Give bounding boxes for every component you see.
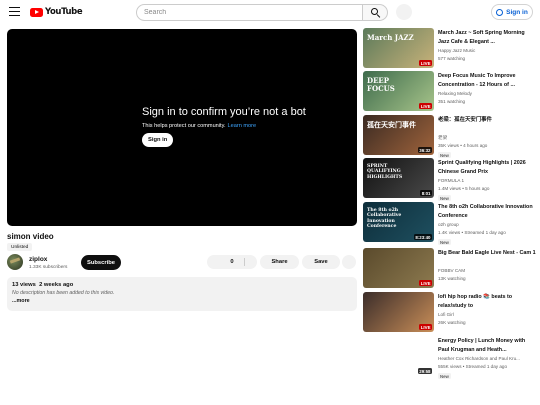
duration-badge: 29:58 xyxy=(417,368,432,374)
header-signin-label: Sign in xyxy=(506,8,528,16)
bot-check-title: Sign in to confirm you’re not a bot xyxy=(142,106,306,118)
channel-name[interactable]: ziplox xyxy=(29,256,47,263)
recommendation-channel: Happy Jazz Music xyxy=(438,48,476,53)
voice-search-button[interactable] xyxy=(396,4,412,20)
video-thumbnail[interactable]: LIVE xyxy=(363,248,434,288)
recommendation-meta: 1.4M views • 5 hours ago xyxy=(438,186,490,191)
save-label: Save xyxy=(314,259,328,265)
recommendation-meta: 26K watching xyxy=(438,320,466,325)
play-logo-icon xyxy=(30,7,43,17)
recommendation-title: Energy Policy | Lunch Money with Paul Kr… xyxy=(438,338,526,353)
search-icon xyxy=(371,8,378,15)
watch-page: YouTube Sign in Sign in to confirm you’r… xyxy=(0,0,540,405)
recommendation-channel: FORMULA 1 xyxy=(438,178,465,183)
video-thumbnail[interactable]: 孤在天安门事件 36:32 xyxy=(363,115,434,155)
recommendation-title: 老梁：孤在天安门事件 xyxy=(438,117,492,123)
view-count: 13 views xyxy=(12,282,36,288)
search-input[interactable] xyxy=(136,4,363,21)
recommendation-item[interactable]: March JAZZ LIVE March Jazz ~ Soft Spring M… xyxy=(363,28,540,70)
channel-avatar[interactable] xyxy=(7,254,23,270)
video-thumbnail[interactable]: March JAZZ LIVE xyxy=(363,28,434,68)
recommendation-title: Big Bear Bald Eagle Live Nest - Cam 1 xyxy=(438,250,536,256)
recommendation-channel: FOBBV CAM xyxy=(438,268,466,273)
description-text: No description has been added to this vi… xyxy=(12,290,115,296)
youtube-logo[interactable]: YouTube xyxy=(30,7,83,17)
search-button[interactable] xyxy=(362,4,388,21)
recommendation-channel: Heather Cox Richardson and Paul Kru... xyxy=(438,356,520,361)
header-signin-button[interactable]: Sign in xyxy=(491,4,533,20)
recommendation-item[interactable]: The 8th o2h Collaborative Innovation Con… xyxy=(363,202,540,245)
recommendation-meta: 555K views • Streamed 1 day ago xyxy=(438,364,508,369)
recommendation-item[interactable]: 29:58 Energy Policy | Lunch Money with Pa… xyxy=(363,336,540,379)
thumbnail-text: SPRINT QUALIFYING HIGHLIGHTS xyxy=(367,164,403,180)
recommendation-item[interactable]: LIVE Big Bear Bald Eagle Live Nest - Cam … xyxy=(363,248,540,290)
more-actions-button[interactable] xyxy=(342,255,356,269)
description-meta: 13 views 2 weeks ago xyxy=(12,282,352,288)
live-badge: LIVE xyxy=(419,324,432,330)
thumbnail-text: March JAZZ xyxy=(367,33,414,42)
learn-more-link[interactable]: Learn more xyxy=(228,123,257,129)
recommendation-title: The 8th o2h Collaborative Innovation Con… xyxy=(438,204,533,219)
recommendation-title: lofi hip hop radio 📚 beats to relax/stud… xyxy=(438,294,513,309)
duration-badge: 36:32 xyxy=(417,147,432,153)
video-thumbnail[interactable]: SPRINT QUALIFYING HIGHLIGHTS 8:01 xyxy=(363,158,434,198)
recommendation-item[interactable]: 孤在天安门事件 36:32 老梁：孤在天安门事件 老梁 35K views • 4 ho… xyxy=(363,115,540,158)
new-badge: New xyxy=(438,373,451,379)
recommendation-meta: 35K views • 4 hours ago xyxy=(438,143,488,148)
bot-check-text: This helps protect our community. xyxy=(142,123,226,129)
recommendation-title: March Jazz ~ Soft Spring Morning Jazz Ca… xyxy=(438,30,525,45)
save-button[interactable]: Save xyxy=(302,255,340,269)
share-label: Share xyxy=(271,259,288,265)
upload-age: 2 weeks ago xyxy=(39,282,74,288)
player-signin-button[interactable]: Sign in xyxy=(142,133,174,147)
bot-check-subtitle: This helps protect our community. Learn m… xyxy=(142,123,256,129)
recommendation-channel: o2h group xyxy=(438,222,459,227)
thumbnail-text: The 8th o2h Collaborative Innovation Con… xyxy=(367,208,402,229)
video-title: simon video xyxy=(7,232,54,241)
subscribe-button[interactable]: Subscribe xyxy=(81,255,121,270)
video-thumbnail[interactable]: The 8th o2h Collaborative Innovation Con… xyxy=(363,202,434,242)
recommendation-channel: 老梁 xyxy=(438,135,448,140)
thumbnail-text: 孤在天安门事件 xyxy=(367,120,416,129)
recommendation-item[interactable]: DEEP FOCUS LIVE Deep Focus Music To Improv… xyxy=(363,71,540,113)
recommendation-title: Sprint Qualifying Highlights | 2026 Chin… xyxy=(438,160,526,175)
account-icon xyxy=(496,8,504,16)
video-thumbnail[interactable]: DEEP FOCUS LIVE xyxy=(363,71,434,111)
new-badge: New xyxy=(438,195,451,201)
recommendation-meta: 1.4K views • Streamed 1 day ago xyxy=(438,230,506,235)
duration-badge: 8:01 xyxy=(420,190,432,196)
recommendation-meta: 13K watching xyxy=(438,276,466,281)
description-more-link[interactable]: ...more xyxy=(12,298,352,304)
recommendation-channel: Lofi Girl xyxy=(438,312,454,317)
like-button[interactable]: 0 xyxy=(207,255,257,269)
duration-badge: 8:23:40 xyxy=(413,234,432,240)
like-divider xyxy=(244,258,245,266)
menu-icon[interactable] xyxy=(9,7,20,16)
recommendation-item[interactable]: LIVE lofi hip hop radio 📚 beats to relax/… xyxy=(363,292,540,334)
recommendation-item[interactable]: SPRINT QUALIFYING HIGHLIGHTS 8:01 Sprint Q… xyxy=(363,158,540,201)
visibility-badge: Unlisted xyxy=(7,243,33,251)
video-thumbnail[interactable]: 29:58 xyxy=(363,336,434,376)
brand-name: YouTube xyxy=(45,7,83,17)
subscriber-count: 1.33K subscribers xyxy=(29,265,68,270)
recommendation-meta: 577 watching xyxy=(438,56,466,61)
thumbnail-text: DEEP FOCUS xyxy=(367,76,395,94)
new-badge: New xyxy=(438,239,451,245)
recommendation-title: Deep Focus Music To Improve Concentratio… xyxy=(438,73,516,88)
recommendation-meta: 351 watching xyxy=(438,99,466,104)
recommendation-channel: Relaxing Melody xyxy=(438,91,472,96)
live-badge: LIVE xyxy=(419,103,432,109)
like-count: 0 xyxy=(230,259,234,265)
description-box[interactable]: 13 views 2 weeks ago No description has … xyxy=(7,277,357,311)
share-button[interactable]: Share xyxy=(260,255,299,269)
live-badge: LIVE xyxy=(419,60,432,66)
video-thumbnail[interactable]: LIVE xyxy=(363,292,434,332)
live-badge: LIVE xyxy=(419,280,432,286)
